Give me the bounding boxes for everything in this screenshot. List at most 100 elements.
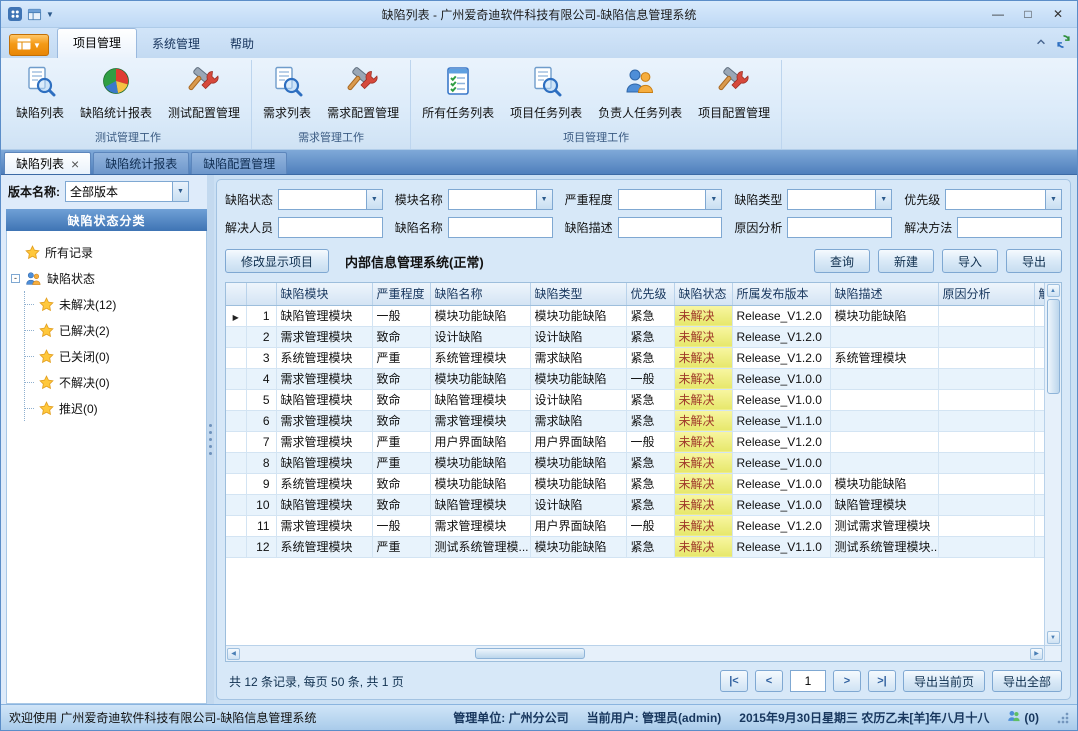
grid-col-defect-status[interactable]: 缺陷状态	[674, 283, 732, 305]
scroll-down-icon[interactable]: ▼	[1047, 631, 1060, 644]
minimize-button[interactable]: —	[983, 4, 1013, 25]
grid-row[interactable]: 6需求管理模块致命需求管理模块需求缺陷紧急未解决Release_V1.1.0	[226, 410, 1044, 431]
modify-display-button[interactable]: 修改显示项目	[225, 249, 329, 273]
defect-type-input[interactable]	[788, 190, 875, 209]
import-button[interactable]: 导入	[942, 249, 998, 273]
grid-col-release-version[interactable]: 所属发布版本	[732, 283, 830, 305]
solution-input[interactable]	[957, 217, 1062, 238]
export-current-page-button[interactable]: 导出当前页	[903, 670, 985, 692]
scroll-right-icon[interactable]: ▶	[1030, 648, 1043, 660]
grid-row[interactable]: 3系统管理模块严重系统管理模块需求缺陷紧急未解决Release_V1.2.0系统…	[226, 347, 1044, 368]
maximize-button[interactable]: □	[1013, 4, 1043, 25]
tree-item-resolved[interactable]: 已解决(2)	[25, 317, 202, 343]
defect-list-button[interactable]: 缺陷列表	[8, 60, 72, 123]
next-page-button[interactable]: >	[833, 670, 861, 692]
grid-row[interactable]: 9系统管理模块致命模块功能缺陷模块功能缺陷紧急未解决Release_V1.0.0…	[226, 473, 1044, 494]
defect-status-input[interactable]	[279, 190, 366, 209]
grid-row[interactable]: 11需求管理模块一般需求管理模块用户界面缺陷一般未解决Release_V1.2.…	[226, 515, 1044, 536]
last-page-button[interactable]: >|	[868, 670, 896, 692]
chevron-up-icon[interactable]	[1034, 36, 1048, 51]
test-config-button[interactable]: 测试配置管理	[160, 60, 248, 123]
hscroll-thumb[interactable]	[475, 648, 585, 659]
tree-item-closed[interactable]: 已关闭(0)	[25, 343, 202, 369]
new-button[interactable]: 新建	[878, 249, 934, 273]
tree-item-all-records[interactable]: 所有记录	[11, 239, 202, 265]
tree-item-unresolved[interactable]: 未解决(12)	[25, 291, 202, 317]
message-indicator[interactable]: (0)	[1007, 709, 1039, 726]
grid-row[interactable]: 7需求管理模块严重用户界面缺陷用户界面缺陷一般未解决Release_V1.2.0	[226, 431, 1044, 452]
grid-col-defect-name[interactable]: 缺陷名称	[430, 283, 530, 305]
horizontal-scrollbar[interactable]: ◀ ▶	[226, 645, 1044, 661]
grid-col-defect-module[interactable]: 缺陷模块	[276, 283, 372, 305]
chevron-down-icon[interactable]: ▼	[536, 190, 552, 209]
resolver-input[interactable]	[278, 217, 383, 238]
project-tasks-button[interactable]: 项目任务列表	[502, 60, 590, 123]
doc-tab-defect-config[interactable]: 缺陷配置管理	[191, 152, 287, 174]
first-page-button[interactable]: |<	[720, 670, 748, 692]
close-button[interactable]: ✕	[1043, 4, 1073, 25]
scroll-left-icon[interactable]: ◀	[227, 648, 240, 660]
refresh-icon[interactable]	[1056, 34, 1071, 52]
grid-layout-icon[interactable]	[27, 7, 42, 22]
grid-row[interactable]: ▶1缺陷管理模块一般模块功能缺陷模块功能缺陷紧急未解决Release_V1.2.…	[226, 305, 1044, 326]
vscroll-thumb[interactable]	[1047, 299, 1060, 394]
chevron-down-icon[interactable]: ▼	[705, 190, 721, 209]
chevron-down-icon[interactable]: ▼	[172, 182, 188, 201]
splitter[interactable]	[207, 175, 214, 704]
vertical-scrollbar[interactable]: ▲ ▼	[1044, 283, 1061, 645]
chevron-down-icon[interactable]: ▼	[46, 10, 54, 19]
project-config-button[interactable]: 项目配置管理	[690, 60, 778, 123]
grid-col-priority[interactable]: 优先级	[626, 283, 674, 305]
close-icon[interactable]: ×	[71, 159, 79, 169]
doc-tab-defect-list[interactable]: 缺陷列表×	[4, 152, 91, 174]
grid-col-cause-analysis[interactable]: 原因分析	[938, 283, 1034, 305]
ribbon-app-button[interactable]: ▼	[9, 34, 49, 56]
module-name-combo[interactable]: ▼	[448, 189, 553, 210]
grid-col-solution[interactable]: 解决方法	[1034, 283, 1044, 305]
defect-name-input[interactable]	[448, 217, 553, 238]
tree-item-postponed[interactable]: 推迟(0)	[25, 395, 202, 421]
export-all-button[interactable]: 导出全部	[992, 670, 1062, 692]
all-tasks-button[interactable]: 所有任务列表	[414, 60, 502, 123]
chevron-down-icon[interactable]: ▼	[1045, 190, 1061, 209]
cause-analysis-input[interactable]	[787, 217, 892, 238]
grid-row[interactable]: 4需求管理模块致命模块功能缺陷模块功能缺陷一般未解决Release_V1.0.0	[226, 368, 1044, 389]
grid-row[interactable]: 12系统管理模块严重测试系统管理模...模块功能缺陷紧急未解决Release_V…	[226, 536, 1044, 557]
grid-col-severity[interactable]: 严重程度	[372, 283, 430, 305]
page-number-input[interactable]	[790, 670, 826, 692]
severity-input[interactable]	[619, 190, 706, 209]
scroll-up-icon[interactable]: ▲	[1047, 284, 1060, 297]
collapse-icon[interactable]: -	[11, 274, 20, 283]
export-button[interactable]: 导出	[1006, 249, 1062, 273]
ribbon-tab-help[interactable]: 帮助	[215, 30, 269, 58]
chevron-down-icon[interactable]: ▼	[366, 190, 382, 209]
tree-item-defect-status[interactable]: -缺陷状态	[11, 265, 202, 291]
grid-row[interactable]: 2需求管理模块致命设计缺陷设计缺陷紧急未解决Release_V1.2.0	[226, 326, 1044, 347]
req-list-button[interactable]: 需求列表	[255, 60, 319, 123]
module-name-input[interactable]	[449, 190, 536, 209]
defect-report-button[interactable]: 缺陷统计报表	[72, 60, 160, 123]
grid-row[interactable]: 5缺陷管理模块致命缺陷管理模块设计缺陷紧急未解决Release_V1.0.0	[226, 389, 1044, 410]
priority-combo[interactable]: ▼	[945, 189, 1062, 210]
version-combo-input[interactable]	[66, 182, 172, 201]
defect-status-combo[interactable]: ▼	[278, 189, 383, 210]
chevron-down-icon[interactable]: ▼	[875, 190, 891, 209]
resize-grip-icon[interactable]	[1057, 712, 1069, 724]
grid-col-defect-type[interactable]: 缺陷类型	[530, 283, 626, 305]
grid-row[interactable]: 10缺陷管理模块致命缺陷管理模块设计缺陷紧急未解决Release_V1.0.0缺…	[226, 494, 1044, 515]
prev-page-button[interactable]: <	[755, 670, 783, 692]
doc-tab-defect-report[interactable]: 缺陷统计报表	[93, 152, 189, 174]
severity-combo[interactable]: ▼	[618, 189, 723, 210]
ribbon-tab-project-mgmt[interactable]: 项目管理	[57, 28, 137, 58]
defect-type-combo[interactable]: ▼	[787, 189, 892, 210]
ribbon-tab-system-mgmt[interactable]: 系统管理	[137, 30, 215, 58]
version-combo[interactable]: ▼	[65, 181, 189, 202]
defect-desc-input[interactable]	[618, 217, 723, 238]
tree-item-wontfix[interactable]: 不解决(0)	[25, 369, 202, 395]
grid-col-defect-desc[interactable]: 缺陷描述	[830, 283, 938, 305]
query-button[interactable]: 查询	[814, 249, 870, 273]
grid-row[interactable]: 8缺陷管理模块严重模块功能缺陷模块功能缺陷紧急未解决Release_V1.0.0	[226, 452, 1044, 473]
priority-input[interactable]	[946, 190, 1045, 209]
owner-tasks-button[interactable]: 负责人任务列表	[590, 60, 690, 123]
req-config-button[interactable]: 需求配置管理	[319, 60, 407, 123]
